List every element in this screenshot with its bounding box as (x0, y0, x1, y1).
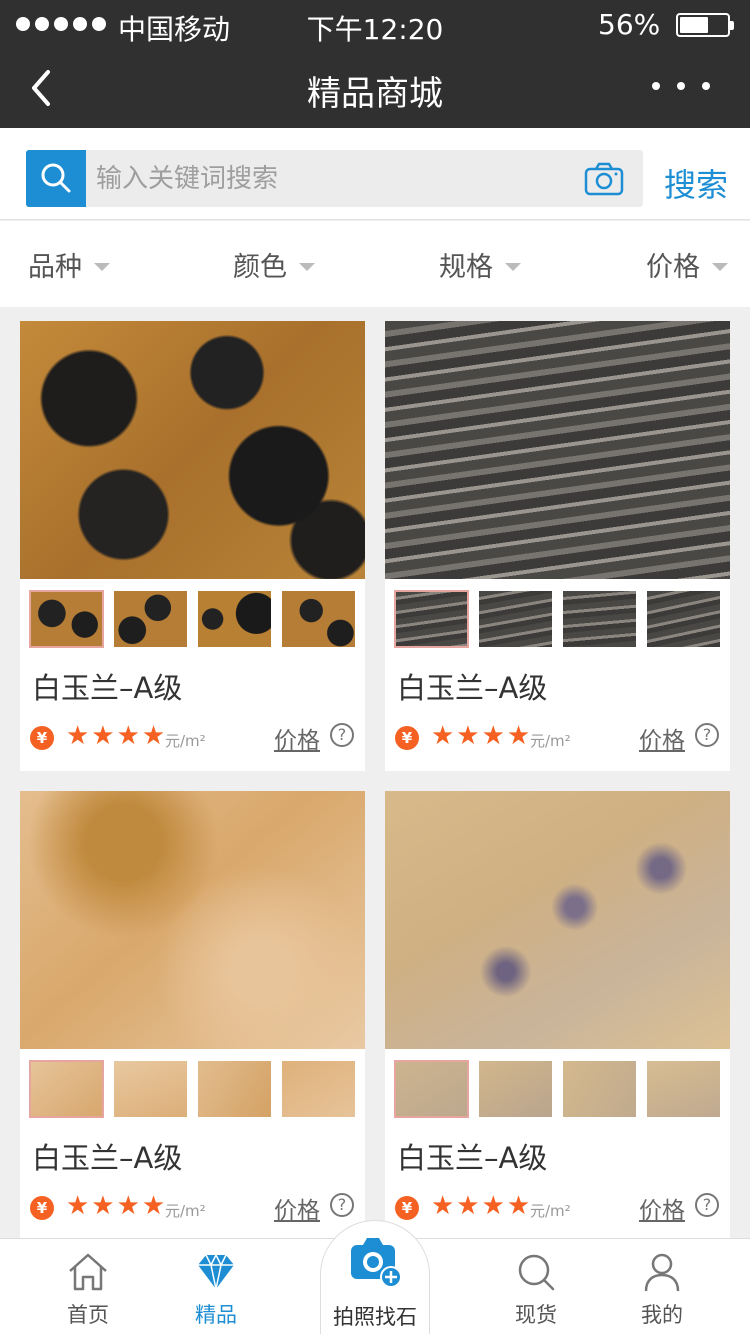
rating-stars: ★★★★ (431, 1191, 533, 1221)
camera-plus-icon (351, 1238, 402, 1288)
help-icon[interactable]: ? (695, 1193, 719, 1217)
thumbnail[interactable] (563, 591, 636, 647)
tab-home[interactable]: 首页 (33, 1239, 143, 1334)
caret-down-icon (712, 262, 728, 271)
thumbnail[interactable] (114, 591, 187, 647)
product-image[interactable] (20, 321, 365, 579)
thumbnail-strip (394, 1060, 720, 1118)
price-link[interactable]: 价格 (274, 1191, 320, 1225)
thumbnail-strip (394, 590, 720, 648)
tab-featured[interactable]: 精品 (161, 1239, 271, 1334)
thumbnail[interactable] (479, 591, 552, 647)
rating-stars: ★★★★ (431, 721, 533, 751)
product-name[interactable]: 白玉兰–A级 (32, 1135, 182, 1177)
price-unit: 元/m² (165, 1202, 206, 1220)
product-name[interactable]: 白玉兰–A级 (397, 665, 547, 707)
price-icon: ¥ (395, 1196, 419, 1220)
product-card[interactable]: 白玉兰–A级 ¥ ★★★★ 元/m² 价格 ? (20, 321, 365, 771)
search-icon[interactable] (26, 150, 86, 207)
battery-percent: 56% (598, 8, 661, 41)
product-image[interactable] (385, 791, 730, 1049)
price-icon: ¥ (30, 726, 54, 750)
thumbnail[interactable] (563, 1061, 636, 1117)
thumbnail-strip (29, 590, 355, 648)
price-link[interactable]: 价格 (639, 721, 685, 755)
thumbnail[interactable] (647, 1061, 720, 1117)
user-icon (644, 1253, 680, 1292)
search-box (26, 150, 643, 207)
thumbnail[interactable] (29, 590, 104, 648)
price-icon: ¥ (30, 1196, 54, 1220)
rating-stars: ★★★★ (66, 1191, 168, 1221)
price-unit: 元/m² (165, 732, 206, 750)
tab-label: 现货 (515, 1303, 557, 1327)
filter-variety[interactable]: 品种 (28, 245, 110, 284)
filter-label: 颜色 (233, 252, 287, 283)
thumbnail[interactable] (479, 1061, 552, 1117)
tab-label: 拍照找石 (333, 1305, 417, 1329)
filter-color[interactable]: 颜色 (233, 245, 315, 284)
search-icon (518, 1254, 555, 1291)
camera-icon[interactable] (584, 162, 624, 200)
price-link[interactable]: 价格 (639, 1191, 685, 1225)
caret-down-icon (299, 262, 315, 271)
thumbnail[interactable] (29, 1060, 104, 1118)
thumbnail[interactable] (394, 590, 469, 648)
tab-in-stock[interactable]: 现货 (481, 1239, 591, 1334)
thumbnail[interactable] (647, 591, 720, 647)
thumbnail[interactable] (394, 1060, 469, 1118)
filter-bar: 品种 颜色 规格 价格 (0, 221, 750, 307)
help-icon[interactable]: ? (695, 723, 719, 747)
filter-price[interactable]: 价格 (646, 245, 728, 284)
search-button[interactable]: 搜索 (664, 160, 728, 206)
product-card[interactable]: 白玉兰–A级 ¥ ★★★★ 元/m² 价格 ? (385, 321, 730, 771)
caret-down-icon (505, 262, 521, 271)
home-icon (69, 1253, 107, 1291)
status-bar: 中国移动 下午12:20 56% (0, 0, 750, 48)
diamond-icon (198, 1253, 234, 1290)
page-title: 精品商城 (307, 74, 443, 114)
more-menu-button[interactable] (652, 82, 710, 90)
tab-label: 我的 (641, 1303, 683, 1327)
filter-label: 规格 (439, 252, 493, 283)
help-icon[interactable]: ? (330, 723, 354, 747)
thumbnail[interactable] (198, 591, 271, 647)
product-card[interactable]: 白玉兰–A级 ¥ ★★★★ 元/m² 价格 ? (385, 791, 730, 1241)
price-unit: 元/m² (530, 732, 571, 750)
product-name[interactable]: 白玉兰–A级 (397, 1135, 547, 1177)
product-image[interactable] (385, 321, 730, 579)
product-image[interactable] (20, 791, 365, 1049)
price-link[interactable]: 价格 (274, 721, 320, 755)
thumbnail-strip (29, 1060, 355, 1118)
tab-photo-search[interactable]: 拍照找石 (320, 1220, 430, 1334)
filter-spec[interactable]: 规格 (439, 245, 521, 284)
tab-label: 精品 (195, 1303, 237, 1327)
search-bar: 搜索 (0, 128, 750, 220)
rating-stars: ★★★★ (66, 721, 168, 751)
product-card[interactable]: 白玉兰–A级 ¥ ★★★★ 元/m² 价格 ? (20, 791, 365, 1241)
help-icon[interactable]: ? (330, 1193, 354, 1217)
price-icon: ¥ (395, 726, 419, 750)
price-unit: 元/m² (530, 1202, 571, 1220)
tab-label: 首页 (67, 1303, 109, 1327)
filter-label: 价格 (646, 252, 700, 283)
thumbnail[interactable] (198, 1061, 271, 1117)
battery-icon (676, 13, 734, 37)
caret-down-icon (94, 262, 110, 271)
thumbnail[interactable] (282, 591, 355, 647)
tab-mine[interactable]: 我的 (607, 1239, 717, 1334)
thumbnail[interactable] (282, 1061, 355, 1117)
search-input[interactable] (96, 150, 566, 207)
product-name[interactable]: 白玉兰–A级 (32, 665, 182, 707)
filter-label: 品种 (28, 252, 82, 283)
thumbnail[interactable] (114, 1061, 187, 1117)
header: 中国移动 下午12:20 56% 精品商城 (0, 0, 750, 128)
